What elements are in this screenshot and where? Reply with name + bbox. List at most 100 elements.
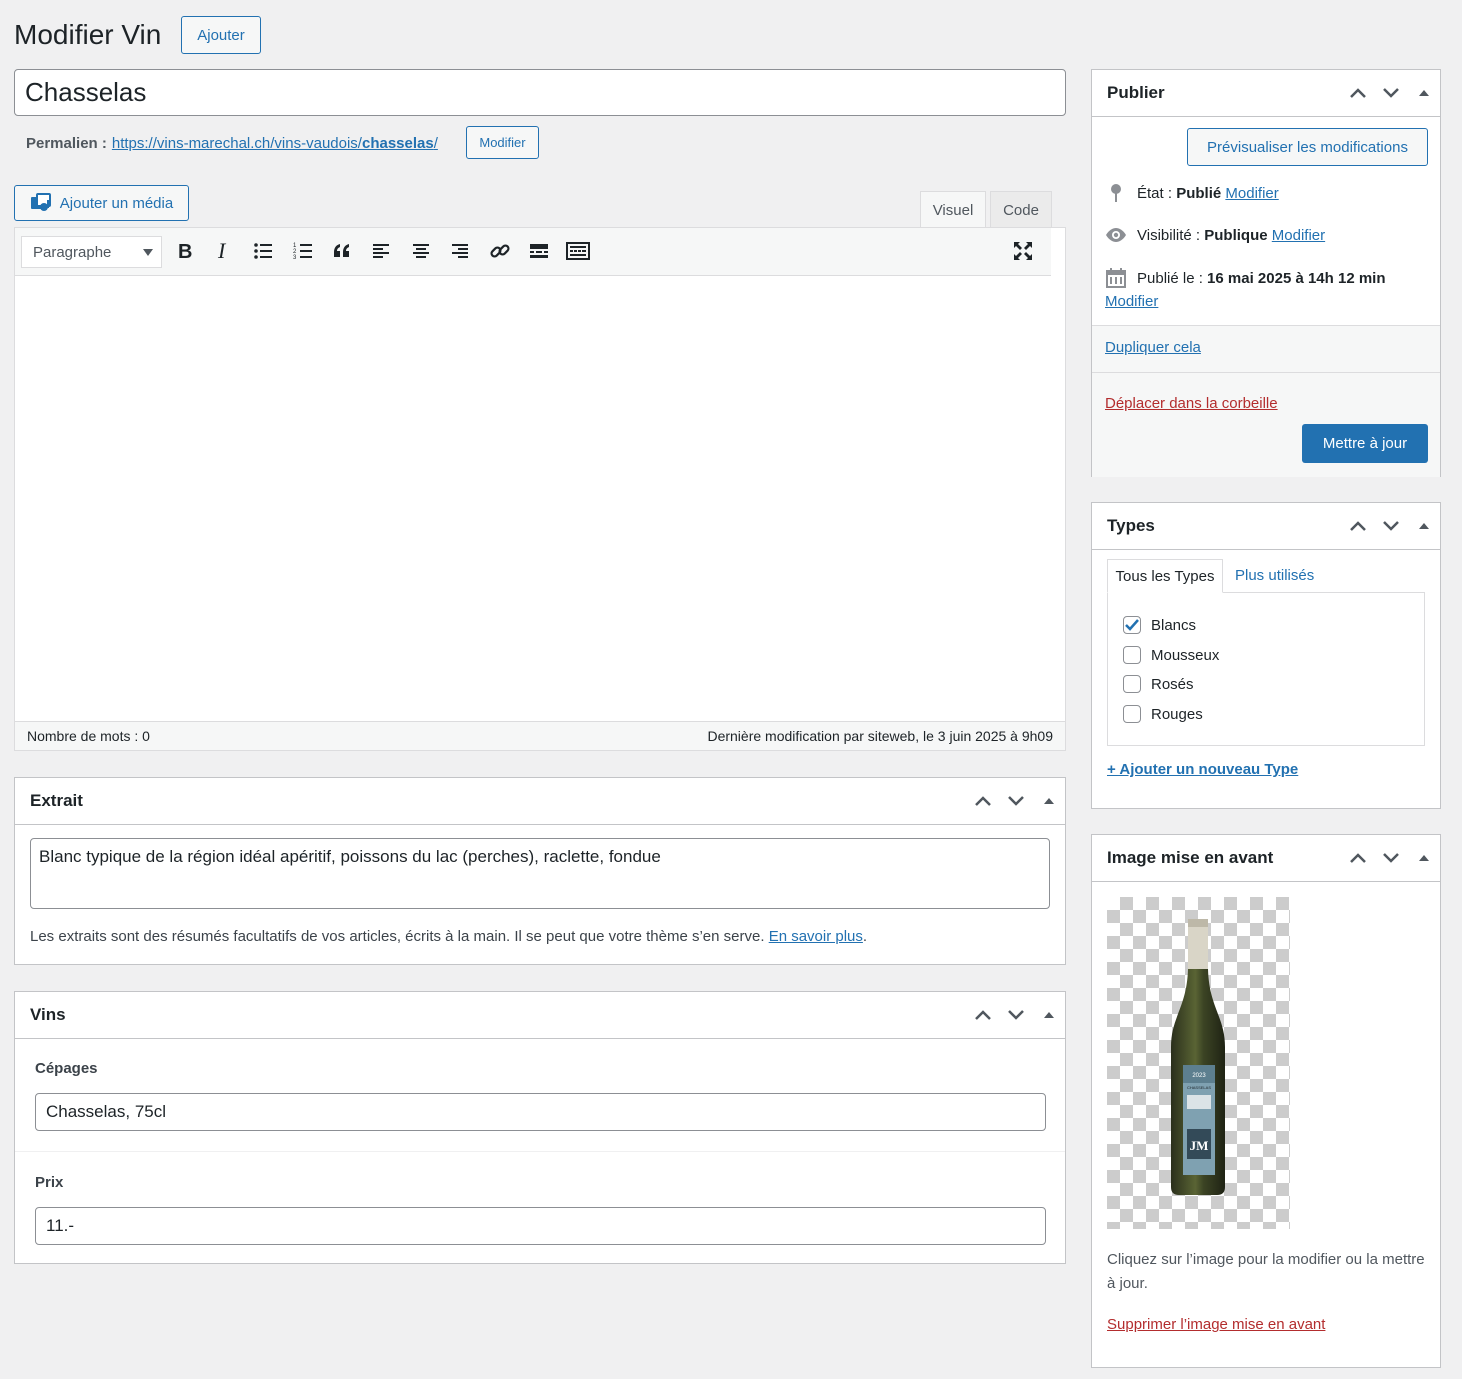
page-title: Modifier Vin <box>14 19 162 50</box>
fullscreen-button[interactable] <box>1006 234 1040 268</box>
update-button[interactable]: Mettre à jour <box>1302 424 1428 463</box>
keyboard-icon <box>566 242 590 260</box>
cepages-input[interactable]: Chasselas, 75cl <box>35 1093 1046 1131</box>
permalink-label: Permalien : <box>26 134 107 152</box>
toolbar-toggle-button[interactable] <box>561 234 595 268</box>
learn-more-link[interactable]: En savoir plus <box>769 928 863 945</box>
move-up-icon[interactable] <box>1341 835 1374 881</box>
move-up-icon[interactable] <box>966 778 999 824</box>
bold-button[interactable]: B <box>167 234 201 268</box>
format-select[interactable]: Paragraphe <box>21 236 162 268</box>
published-edit-link[interactable]: Modifier <box>1105 293 1158 310</box>
move-down-icon[interactable] <box>1374 70 1407 116</box>
move-down-icon[interactable] <box>999 992 1032 1038</box>
fullscreen-icon <box>1014 242 1032 260</box>
svg-text:I: I <box>217 241 227 261</box>
tab-visual[interactable]: Visuel <box>920 191 986 228</box>
checkbox-checked[interactable] <box>1123 616 1141 634</box>
vins-title: Vins <box>15 992 1065 1039</box>
move-down-icon[interactable] <box>999 778 1032 824</box>
permalink-end: / <box>433 134 438 152</box>
checkbox[interactable] <box>1123 646 1141 664</box>
tab-most-used[interactable]: Plus utilisés <box>1235 567 1314 584</box>
status-edit-link[interactable]: Modifier <box>1225 185 1278 202</box>
move-up-icon[interactable] <box>1341 70 1374 116</box>
align-center-icon <box>413 244 429 258</box>
type-item-rouges[interactable]: Rouges <box>1123 705 1203 723</box>
publish-controls <box>1341 70 1440 116</box>
bottle-label-logo: JM <box>1190 1138 1209 1153</box>
preview-changes-button[interactable]: Prévisualiser les modifications <box>1187 128 1428 166</box>
move-down-icon[interactable] <box>1374 503 1407 549</box>
trash-link[interactable]: Déplacer dans la corbeille <box>1105 395 1278 412</box>
toggle-panel-icon[interactable] <box>1407 835 1440 881</box>
type-item-blancs[interactable]: Blancs <box>1123 616 1196 634</box>
status-value: Publié <box>1176 184 1222 202</box>
featured-image[interactable]: 2023 CHASSELAS JM <box>1107 897 1290 1229</box>
type-item-roses[interactable]: Rosés <box>1123 675 1194 693</box>
duplicate-link[interactable]: Dupliquer cela <box>1105 339 1201 356</box>
permalink-edit-button[interactable]: Modifier <box>466 126 539 159</box>
align-left-icon <box>373 244 389 258</box>
italic-button[interactable]: I <box>206 234 240 268</box>
type-label: Mousseux <box>1151 646 1220 664</box>
numbered-list-button[interactable]: 123 <box>286 234 320 268</box>
vins-box: Vins Cépages Chasselas, 75cl Prix 11.- <box>14 991 1066 1264</box>
visibility-edit-link[interactable]: Modifier <box>1272 227 1325 244</box>
cepages-value: Chasselas, 75cl <box>46 1102 167 1121</box>
move-down-icon[interactable] <box>1374 835 1407 881</box>
visibility-row: Visibilité : Publique Modifier <box>1105 224 1325 246</box>
bottle-label-year: 2023 <box>1192 1073 1206 1079</box>
add-new-button[interactable]: Ajouter <box>181 16 261 54</box>
bullet-list-button[interactable] <box>246 234 280 268</box>
link-button[interactable] <box>483 234 517 268</box>
move-up-icon[interactable] <box>966 992 999 1038</box>
excerpt-textarea[interactable]: Blanc typique de la région idéal apériti… <box>30 838 1050 909</box>
align-center-button[interactable] <box>404 234 438 268</box>
prix-label: Prix <box>35 1174 64 1191</box>
align-right-button[interactable] <box>443 234 477 268</box>
permalink-base: https://vins-marechal.ch/vins-vaudois/ <box>111 134 362 152</box>
blockquote-button[interactable] <box>325 234 359 268</box>
quote-icon <box>334 244 349 257</box>
add-media-button[interactable]: Ajouter un média <box>14 185 189 221</box>
vins-controls <box>966 992 1065 1038</box>
featured-help: Cliquez sur l’image pour la modifier ou … <box>1107 1251 1425 1292</box>
checkbox[interactable] <box>1123 705 1141 723</box>
status-row: État : Publié Modifier <box>1105 182 1279 204</box>
type-label: Rouges <box>1151 705 1203 723</box>
permalink-row: Permalien : https://vins-marechal.ch/vin… <box>26 131 438 155</box>
read-more-button[interactable] <box>522 234 556 268</box>
move-up-icon[interactable] <box>1341 503 1374 549</box>
align-left-button[interactable] <box>364 234 398 268</box>
format-select-value: Paragraphe <box>33 243 112 261</box>
post-title-input[interactable]: Chasselas <box>14 69 1066 116</box>
add-media-label: Ajouter un média <box>59 194 174 212</box>
tab-all-types[interactable]: Tous les Types <box>1107 559 1223 593</box>
toggle-panel-icon[interactable] <box>1407 503 1440 549</box>
wine-bottle-image: 2023 CHASSELAS JM <box>1171 919 1225 1195</box>
checkbox[interactable] <box>1123 675 1141 693</box>
published-label: Publié le : <box>1137 269 1203 287</box>
add-new-type-link[interactable]: + Ajouter un nouveau Type <box>1107 761 1298 778</box>
prix-input[interactable]: 11.- <box>35 1207 1046 1245</box>
toggle-panel-icon[interactable] <box>1032 992 1065 1038</box>
type-item-mousseux[interactable]: Mousseux <box>1123 646 1219 664</box>
svg-text:B: B <box>178 241 192 261</box>
tab-code[interactable]: Code <box>990 191 1052 228</box>
italic-icon: I <box>217 241 227 261</box>
calendar-icon <box>1105 267 1127 289</box>
remove-featured-link[interactable]: Supprimer l’image mise en avant <box>1107 1316 1325 1333</box>
permalink-link[interactable]: https://vins-marechal.ch/vins-vaudois/ch… <box>112 135 438 152</box>
excerpt-controls <box>966 778 1065 824</box>
numbered-list-icon: 123 <box>293 243 312 261</box>
excerpt-title: Extrait <box>15 778 1065 825</box>
align-right-icon <box>452 244 468 258</box>
toggle-panel-icon[interactable] <box>1032 778 1065 824</box>
excerpt-help-text: Les extraits sont des résumés facultatif… <box>30 928 765 945</box>
svg-text:3: 3 <box>293 255 297 261</box>
read-more-icon <box>530 244 548 258</box>
pin-icon <box>1105 182 1127 204</box>
toggle-panel-icon[interactable] <box>1407 70 1440 116</box>
media-icon <box>30 192 52 214</box>
